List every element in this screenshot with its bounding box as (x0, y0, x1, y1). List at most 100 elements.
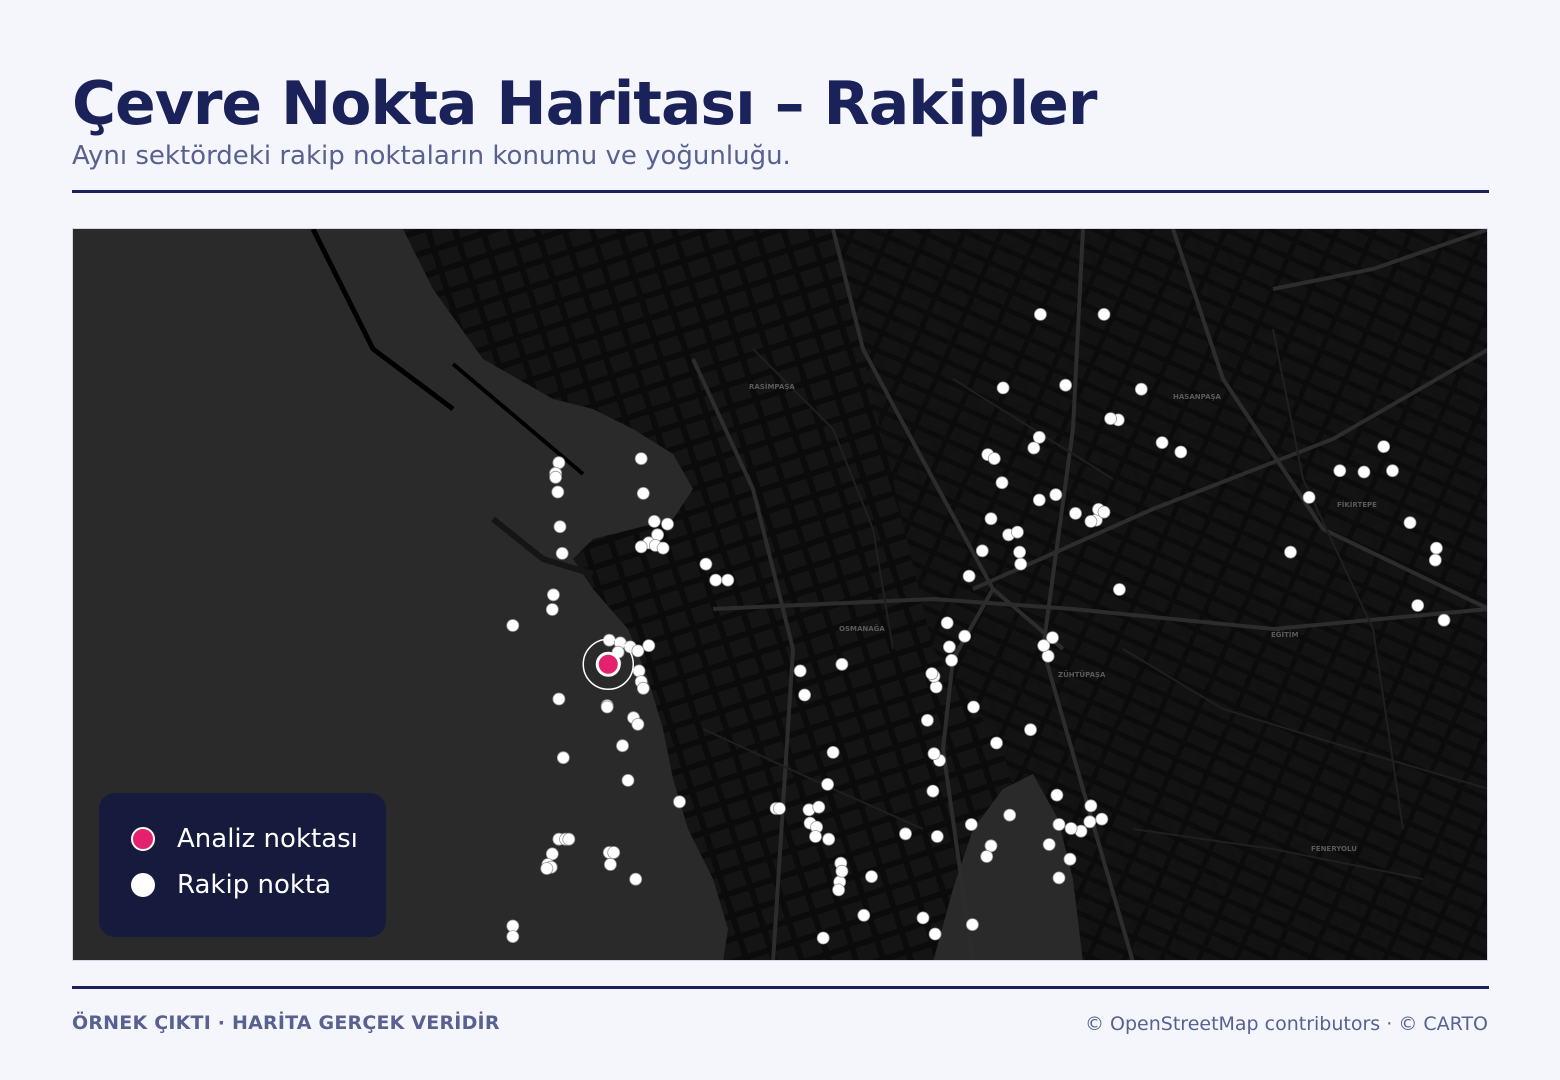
competitor-marker[interactable] (940, 616, 954, 630)
competitor-marker[interactable] (1052, 871, 1066, 885)
competitor-marker[interactable] (621, 774, 635, 787)
competitor-marker[interactable] (1302, 490, 1316, 504)
competitor-marker[interactable] (631, 644, 645, 658)
competitor-marker[interactable] (1059, 378, 1072, 392)
competitor-marker[interactable] (1027, 441, 1041, 455)
competitor-marker[interactable] (1069, 506, 1082, 520)
competitor-marker[interactable] (1284, 545, 1297, 559)
competitor-marker[interactable] (607, 846, 621, 859)
competitor-marker[interactable] (980, 850, 994, 863)
competitor-marker[interactable] (927, 747, 941, 761)
competitor-marker[interactable] (552, 692, 566, 706)
competitor-marker[interactable] (798, 688, 811, 702)
competitor-marker[interactable] (899, 827, 912, 841)
competitor-marker[interactable] (984, 839, 998, 853)
competitor-marker[interactable] (966, 918, 979, 931)
competitor-marker[interactable] (793, 664, 807, 678)
competitor-marker[interactable] (549, 470, 563, 484)
competitor-marker[interactable] (1095, 812, 1109, 826)
competitor-marker[interactable] (1014, 557, 1028, 571)
competitor-marker[interactable] (631, 717, 645, 731)
competitor-marker[interactable] (1032, 430, 1046, 444)
competitor-marker[interactable] (929, 680, 943, 694)
competitor-marker[interactable] (1011, 525, 1024, 539)
competitor-marker[interactable] (925, 667, 939, 681)
competitor-marker[interactable] (964, 818, 978, 831)
competitor-marker[interactable] (1003, 808, 1017, 822)
competitor-marker[interactable] (921, 713, 934, 727)
competitor-marker[interactable] (995, 476, 1009, 490)
competitor-marker[interactable] (832, 883, 845, 897)
competitor-marker[interactable] (943, 640, 956, 654)
competitor-marker[interactable] (1041, 649, 1055, 663)
competitor-marker[interactable] (930, 830, 944, 843)
competitor-marker[interactable] (835, 864, 849, 878)
competitor-marker[interactable] (1113, 583, 1126, 596)
competitor-marker[interactable] (975, 544, 989, 558)
map-panel[interactable]: RASİMPAŞA HASANPAŞA OSMANAĞA ZÜHTÜPAŞA F… (72, 228, 1488, 961)
competitor-marker[interactable] (857, 908, 871, 922)
competitor-marker[interactable] (967, 700, 980, 714)
competitor-marker[interactable] (1174, 445, 1188, 459)
competitor-marker[interactable] (865, 870, 878, 883)
competitor-marker[interactable] (1050, 788, 1064, 802)
competitor-marker[interactable] (699, 557, 713, 571)
competitor-marker[interactable] (1403, 516, 1417, 530)
competitor-marker[interactable] (634, 452, 648, 466)
competitor-marker[interactable] (1386, 464, 1399, 478)
competitor-marker[interactable] (996, 381, 1010, 395)
competitor-marker[interactable] (552, 456, 566, 470)
competitor-marker[interactable] (636, 486, 650, 500)
competitor-marker[interactable] (556, 751, 570, 765)
competitor-marker[interactable] (809, 830, 822, 843)
competitor-marker[interactable] (551, 485, 565, 499)
competitor-marker[interactable] (821, 778, 834, 791)
competitor-marker[interactable] (826, 746, 840, 759)
competitor-marker[interactable] (661, 517, 674, 531)
competitor-marker[interactable] (673, 795, 686, 809)
competitor-marker[interactable] (555, 546, 569, 560)
competitor-marker[interactable] (1013, 545, 1026, 559)
competitor-marker[interactable] (553, 520, 567, 534)
analysis-point-marker[interactable] (595, 651, 621, 677)
competitor-marker[interactable] (1134, 382, 1148, 396)
competitor-marker[interactable] (1024, 723, 1037, 737)
competitor-marker[interactable] (928, 927, 942, 941)
competitor-marker[interactable] (1083, 815, 1097, 829)
competitor-marker[interactable] (1042, 838, 1056, 851)
competitor-marker[interactable] (1357, 465, 1371, 479)
competitor-marker[interactable] (642, 639, 656, 653)
competitor-marker[interactable] (1104, 412, 1117, 426)
competitor-marker[interactable] (540, 862, 554, 875)
competitor-marker[interactable] (1333, 464, 1347, 478)
competitor-marker[interactable] (1084, 799, 1098, 813)
competitor-marker[interactable] (1411, 599, 1425, 612)
competitor-marker[interactable] (632, 664, 646, 678)
competitor-marker[interactable] (958, 629, 972, 643)
competitor-marker[interactable] (604, 858, 617, 871)
competitor-marker[interactable] (1037, 639, 1051, 653)
competitor-marker[interactable] (990, 736, 1003, 750)
competitor-marker[interactable] (962, 569, 976, 583)
competitor-marker[interactable] (816, 931, 830, 945)
competitor-marker[interactable] (647, 514, 661, 528)
competitor-marker[interactable] (1032, 493, 1046, 507)
competitor-marker[interactable] (1064, 822, 1078, 835)
competitor-marker[interactable] (546, 588, 560, 602)
competitor-marker[interactable] (629, 872, 643, 886)
competitor-marker[interactable] (984, 512, 998, 526)
competitor-marker[interactable] (600, 700, 614, 714)
competitor-marker[interactable] (1063, 852, 1077, 866)
competitor-marker[interactable] (545, 847, 559, 861)
competitor-marker[interactable] (1034, 308, 1047, 321)
competitor-marker[interactable] (506, 930, 520, 943)
competitor-marker[interactable] (773, 802, 786, 815)
competitor-marker[interactable] (634, 540, 648, 554)
competitor-marker[interactable] (1097, 505, 1111, 519)
competitor-marker[interactable] (916, 911, 930, 925)
competitor-marker[interactable] (1084, 514, 1098, 528)
competitor-marker[interactable] (1437, 613, 1451, 627)
competitor-marker[interactable] (616, 739, 629, 753)
competitor-marker[interactable] (636, 681, 650, 695)
competitor-marker[interactable] (506, 619, 520, 632)
